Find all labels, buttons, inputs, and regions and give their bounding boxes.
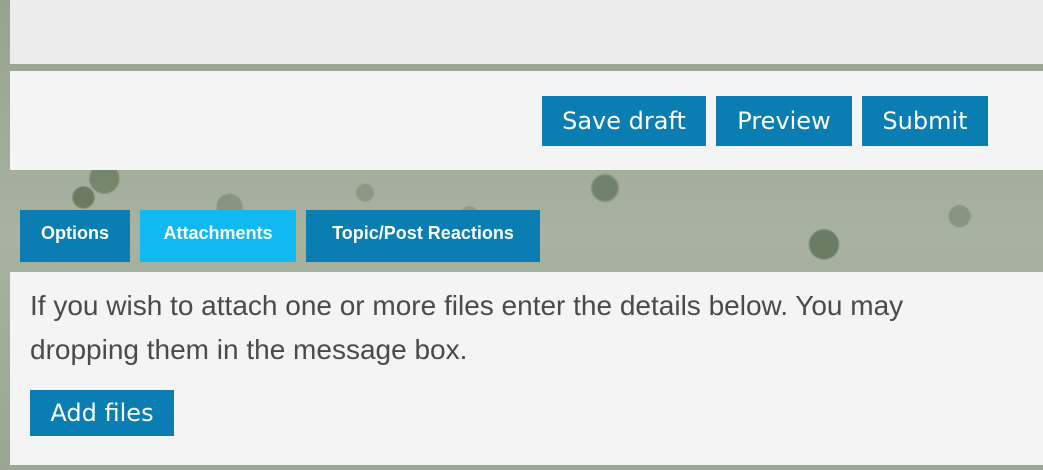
help-text-line: dropping them in the message box. <box>30 334 468 365</box>
save-draft-button[interactable]: Save draft <box>542 96 706 146</box>
submit-button[interactable]: Submit <box>862 96 988 146</box>
tab-topic-post-reactions[interactable]: Topic/Post Reactions <box>306 210 540 262</box>
add-files-button[interactable]: Add files <box>30 390 174 436</box>
help-text-line: If you wish to attach one or more files … <box>30 290 904 321</box>
tab-attachments[interactable]: Attachments <box>140 210 296 262</box>
tab-options[interactable]: Options <box>20 210 130 262</box>
attachments-help-text: If you wish to attach one or more files … <box>30 284 1043 372</box>
message-editor-area <box>10 0 1043 64</box>
preview-button[interactable]: Preview <box>716 96 852 146</box>
attachments-panel: If you wish to attach one or more files … <box>10 272 1043 465</box>
submit-actions-panel: Save draft Preview Submit <box>10 71 1043 170</box>
